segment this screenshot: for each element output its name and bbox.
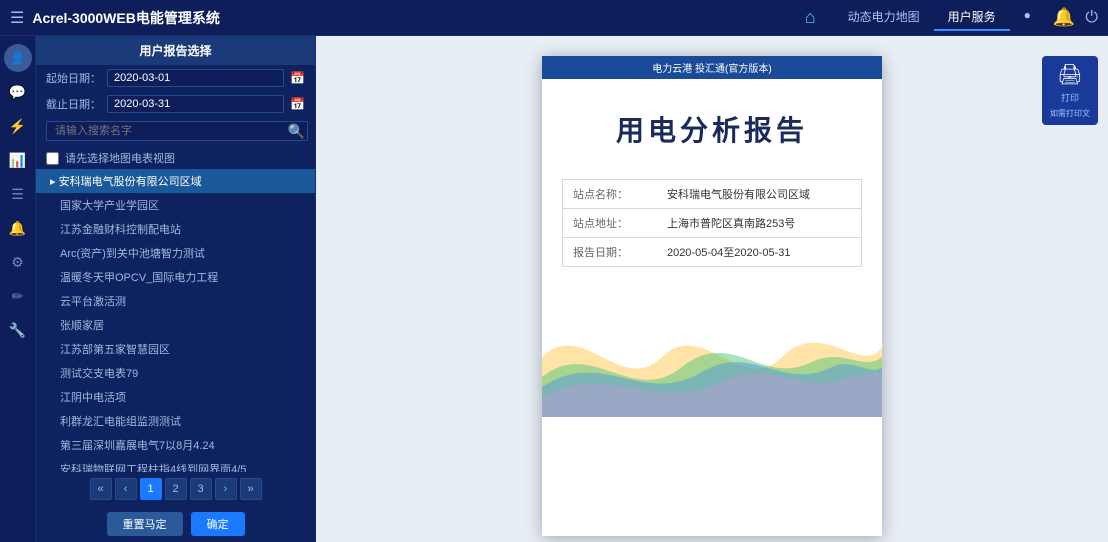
sidebar-icon-tools[interactable]: 🔧	[4, 316, 32, 344]
search-input[interactable]	[46, 121, 308, 141]
report-main-title: 用电分析报告	[562, 109, 862, 149]
report-info-label-2: 报告日期：	[563, 238, 657, 267]
page-next-next[interactable]: »	[240, 478, 262, 500]
sidebar-icon-flash[interactable]: ⚡	[4, 112, 32, 140]
page-2[interactable]: 2	[165, 478, 187, 500]
report-info-row-1: 站点地址： 上海市普陀区真南路253号	[563, 209, 862, 238]
report-document: 电力云港 投汇通(官方版本) 用电分析报告 站点名称： 安科瑞电气股份有限公司区…	[542, 56, 882, 536]
sidebar-icon-edit[interactable]: ✏	[4, 282, 32, 310]
start-date-label: 起始日期：	[46, 70, 101, 86]
list-item-12[interactable]: 第三届深圳嘉展电气7以8月4.24	[36, 433, 315, 457]
start-date-calendar-icon[interactable]: 📅	[290, 71, 305, 85]
report-info-row-0: 站点名称： 安科瑞电气股份有限公司区域	[563, 180, 862, 209]
right-content: 电力云港 投汇通(官方版本) 用电分析报告 站点名称： 安科瑞电气股份有限公司区…	[316, 36, 1108, 542]
sidebar-icon-alert[interactable]: 🔔	[4, 214, 32, 242]
report-info-value-0: 安科瑞电气股份有限公司区域	[657, 180, 862, 209]
sidebar-icon-message[interactable]: 💬	[4, 78, 32, 106]
sidebar-icons: 👤 💬 ⚡ 📊 ☰ 🔔 ⚙ ✏ 🔧	[0, 36, 36, 542]
page-1[interactable]: 1	[140, 478, 162, 500]
power-icon[interactable]: ⏻	[1085, 9, 1098, 27]
panel-title: 用户报告选择	[36, 36, 315, 65]
left-panel: 用户报告选择 起始日期： 📅 截止日期： 📅 🔍 请先选择地图电表视图 ▸ 安科…	[36, 36, 316, 542]
end-date-row: 截止日期： 📅	[36, 91, 315, 117]
list-item-7[interactable]: 张顺家居	[36, 313, 315, 337]
list-item-0[interactable]: 请先选择地图电表视图	[36, 147, 315, 169]
report-info-table: 站点名称： 安科瑞电气股份有限公司区域 站点地址： 上海市普陀区真南路253号 …	[562, 179, 862, 267]
print-label: 打印	[1061, 91, 1079, 104]
list-item-13[interactable]: 安科瑞物联网工程柱指4线到网界面4/5	[36, 457, 315, 472]
list-item-9[interactable]: 测试交支电表79	[36, 361, 315, 385]
nav-item-dot[interactable]: ●	[1010, 4, 1045, 31]
page-3[interactable]: 3	[190, 478, 212, 500]
home-icon[interactable]: ⌂	[805, 7, 816, 28]
print-panel[interactable]: 🖨 打印 如需打印文	[1042, 56, 1098, 125]
list-item-4[interactable]: Arc(资产)到关中池塘智力测试	[36, 241, 315, 265]
search-icon[interactable]: 🔍	[288, 123, 305, 140]
end-date-input[interactable]	[107, 95, 284, 113]
nav-item-user[interactable]: 用户服务	[934, 4, 1010, 31]
bell-icon[interactable]: 🔔	[1053, 7, 1075, 28]
list-item-2[interactable]: 国家大学产业学园区	[36, 193, 315, 217]
list-item-label-0: 请先选择地图电表视图	[65, 150, 175, 166]
sidebar-icon-list[interactable]: ☰	[4, 180, 32, 208]
top-nav: 动态电力地图 用户服务 ●	[834, 4, 1045, 31]
page-prev[interactable]: ‹	[115, 478, 137, 500]
item-list: 请先选择地图电表视图 ▸ 安科瑞电气股份有限公司区域 国家大学产业学园区 江苏金…	[36, 145, 315, 472]
list-item-1[interactable]: ▸ 安科瑞电气股份有限公司区域	[36, 169, 315, 193]
report-info-value-2: 2020-05-04至2020-05-31	[657, 238, 862, 267]
print-sub-label: 如需打印文	[1050, 108, 1090, 119]
print-icon: 🖨	[1057, 62, 1082, 87]
page-prev-prev[interactable]: «	[90, 478, 112, 500]
end-date-calendar-icon[interactable]: 📅	[290, 97, 305, 111]
sidebar-icon-chart[interactable]: 📊	[4, 146, 32, 174]
report-header-bar: 电力云港 投汇通(官方版本)	[542, 56, 882, 79]
report-info-label-0: 站点名称：	[563, 180, 657, 209]
confirm-button[interactable]: 确定	[191, 512, 245, 536]
app-title: Acrel-3000WEB电能管理系统	[32, 8, 796, 28]
page-next[interactable]: ›	[215, 478, 237, 500]
avatar[interactable]: 👤	[4, 44, 32, 72]
topbar-right: 🔔 ⏻	[1053, 7, 1098, 28]
report-info-value-1: 上海市普陀区真南路253号	[657, 209, 862, 238]
pagination: « ‹ 1 2 3 › »	[36, 472, 315, 506]
list-item-6[interactable]: 云平台激活测	[36, 289, 315, 313]
list-item-3[interactable]: 江苏金融财科控制配电站	[36, 217, 315, 241]
bottom-buttons: 重置马定 确定	[36, 506, 315, 542]
list-checkbox-0[interactable]	[46, 152, 59, 165]
start-date-row: 起始日期： 📅	[36, 65, 315, 91]
main-layout: 👤 💬 ⚡ 📊 ☰ 🔔 ⚙ ✏ 🔧 用户报告选择 起始日期： 📅 截止日期： 📅…	[0, 36, 1108, 542]
end-date-label: 截止日期：	[46, 96, 101, 112]
report-title-area: 用电分析报告	[542, 79, 882, 159]
nav-item-map[interactable]: 动态电力地图	[834, 4, 934, 31]
topbar: ☰ Acrel-3000WEB电能管理系统 ⌂ 动态电力地图 用户服务 ● 🔔 …	[0, 0, 1108, 36]
list-item-5[interactable]: 温暖冬天甲OPCV_国际电力工程	[36, 265, 315, 289]
menu-icon[interactable]: ☰	[10, 8, 24, 28]
sidebar-icon-settings[interactable]: ⚙	[4, 248, 32, 276]
list-item-11[interactable]: 利群龙汇电能组监测测试	[36, 409, 315, 433]
list-item-10[interactable]: 江阴中电活项	[36, 385, 315, 409]
report-info-row-2: 报告日期： 2020-05-04至2020-05-31	[563, 238, 862, 267]
search-row: 🔍	[36, 117, 315, 145]
report-wave-area	[542, 297, 882, 536]
report-info-label-1: 站点地址：	[563, 209, 657, 238]
reset-button[interactable]: 重置马定	[107, 512, 183, 536]
list-item-8[interactable]: 江苏部第五家智慧园区	[36, 337, 315, 361]
start-date-input[interactable]	[107, 69, 284, 87]
